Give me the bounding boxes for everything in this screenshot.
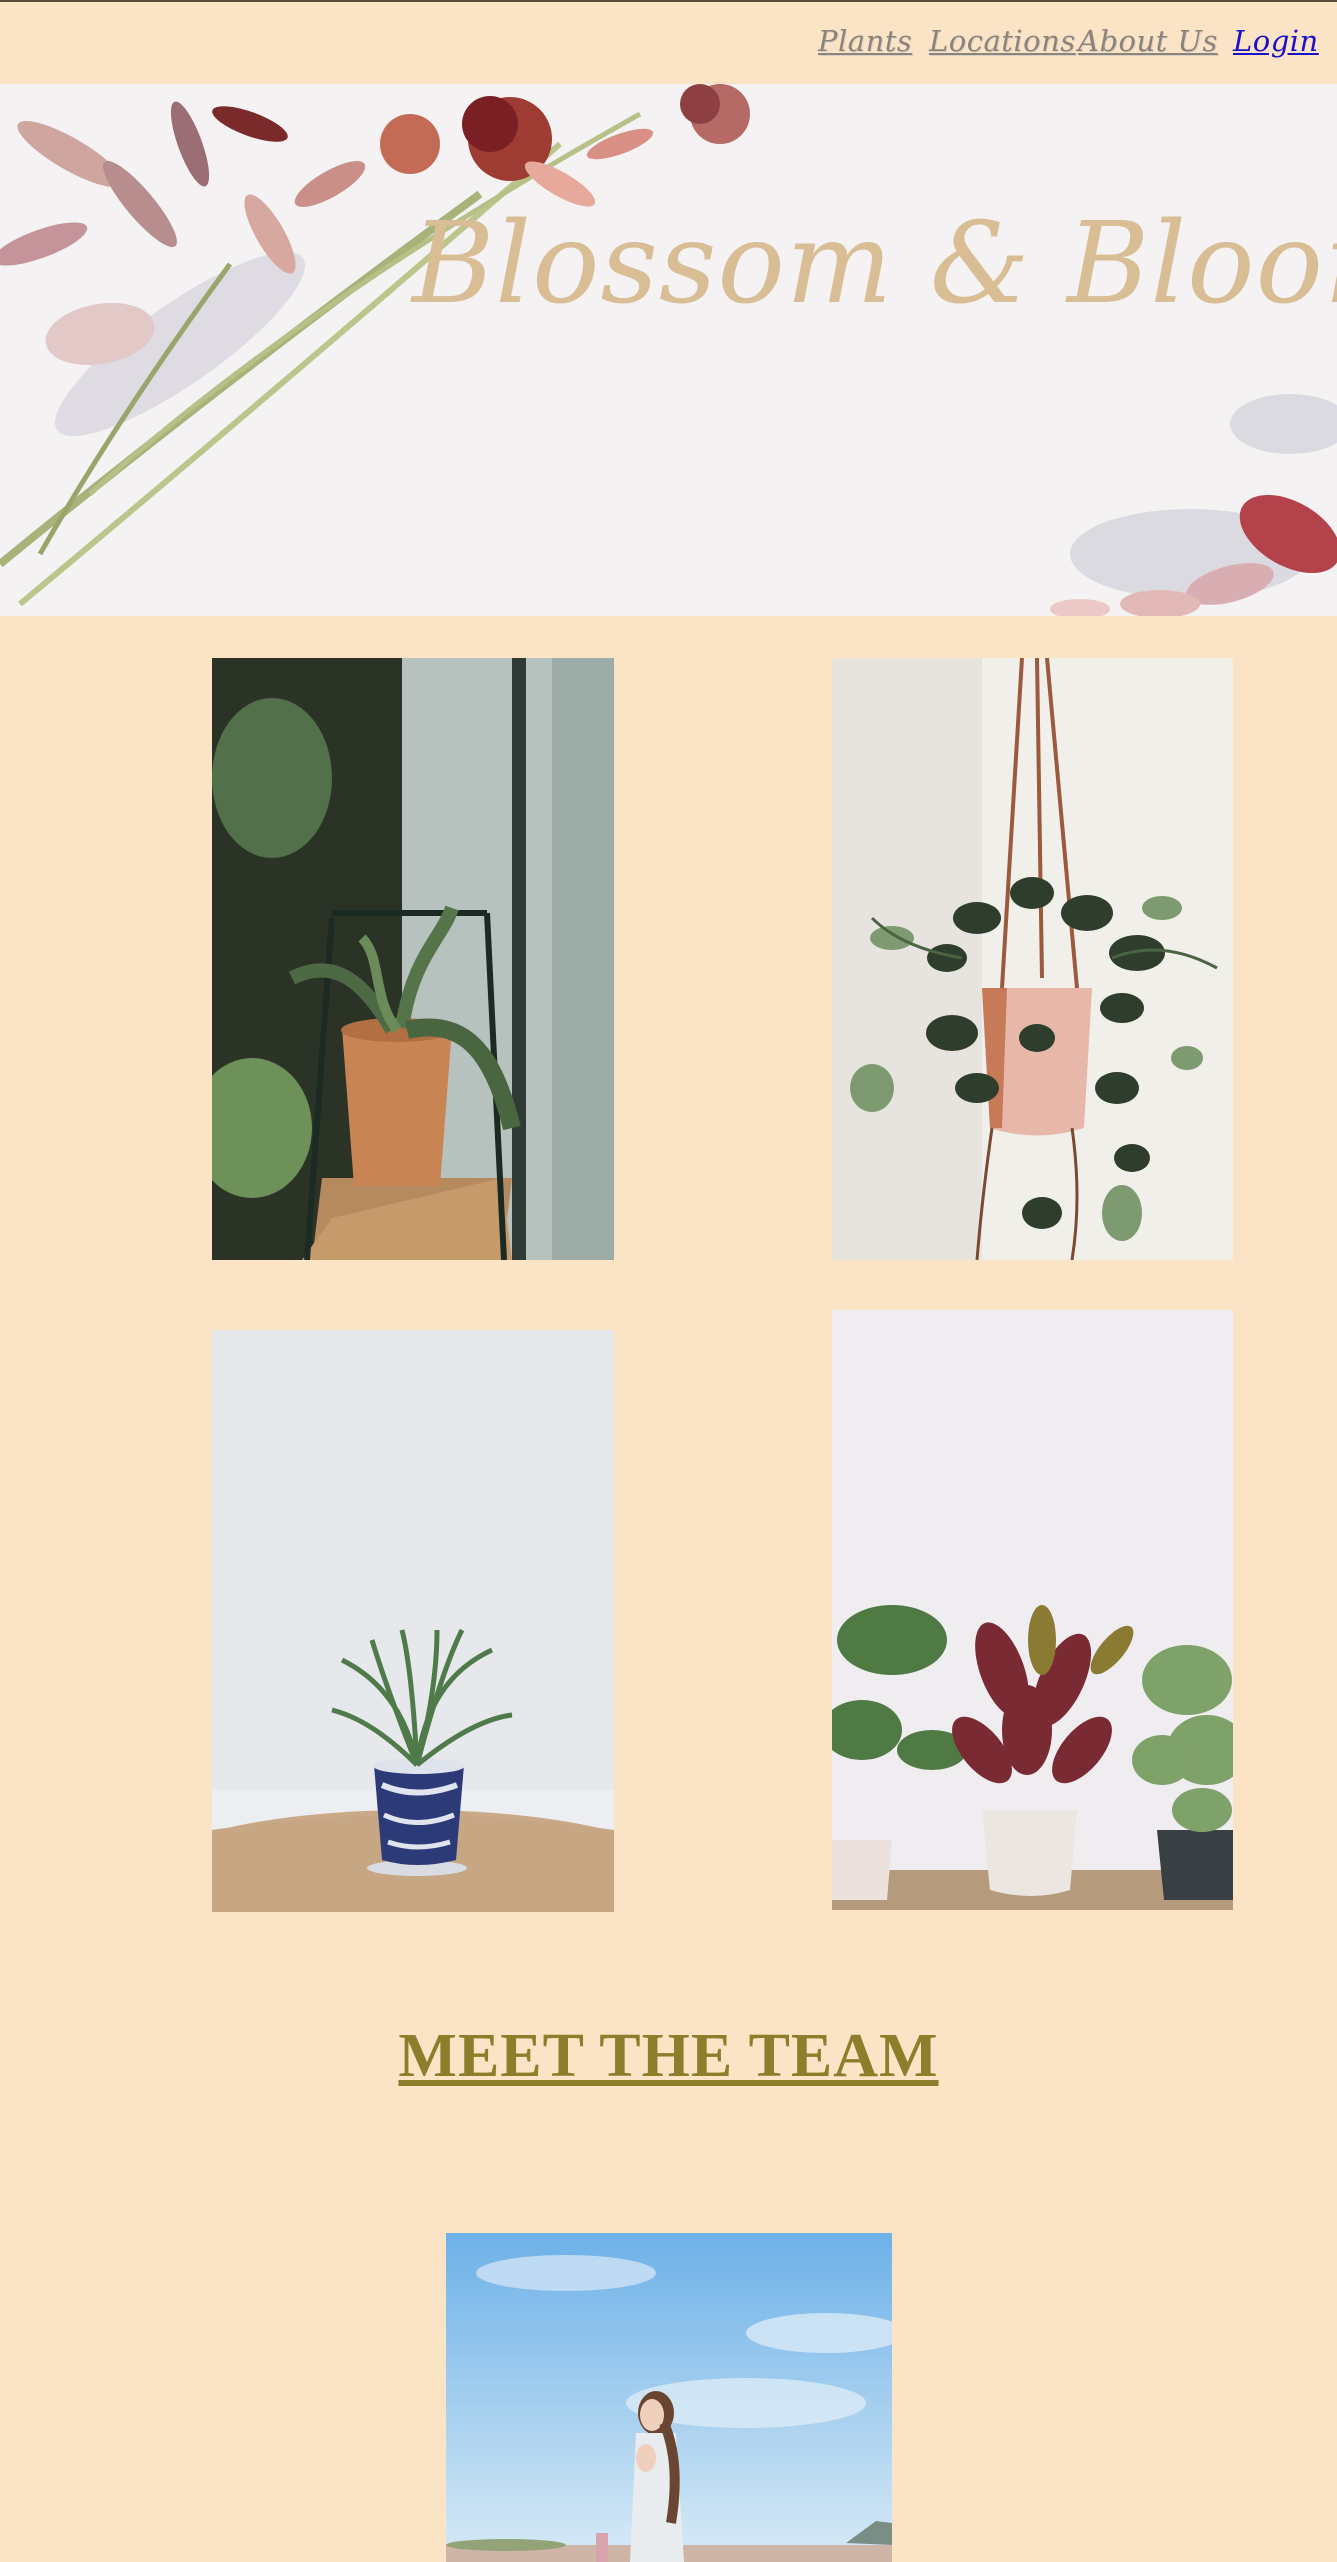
top-navigation: Plants Locations About Us Login [0,2,1337,84]
nav-link-about-us[interactable]: About Us [1078,24,1218,58]
gallery-photo-hanging-pothos [832,658,1233,1260]
nav-link-locations[interactable]: Locations [929,24,1076,58]
meet-the-team-heading: MEET THE TEAM [398,2022,939,2091]
nav-link-plants[interactable]: Plants [818,24,912,58]
nav-link-login[interactable]: Login [1233,24,1319,58]
team-member-photo [446,2233,892,2562]
hero-banner: Blossom & Bloom [0,84,1337,616]
hero-floral-image [0,84,1337,616]
gallery-photo-blue-pot-palm [212,1330,614,1912]
gallery-photo-three-plants [832,1310,1233,1910]
hero-title: Blossom & Bloom [412,199,1337,329]
gallery-photo-snake-plant [212,658,614,1260]
